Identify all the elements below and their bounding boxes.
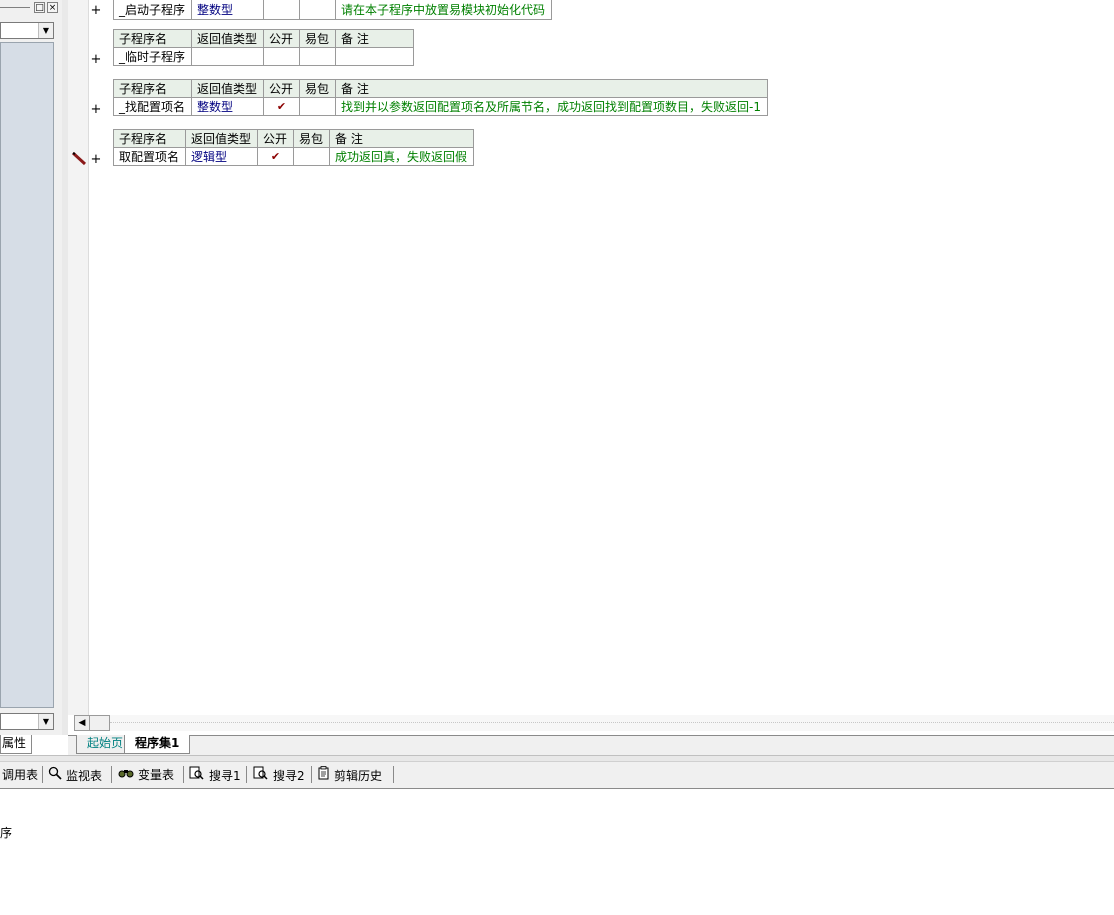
chevron-down-icon[interactable]: ▼ bbox=[38, 23, 53, 38]
header-return-type: 返回值类型 bbox=[191, 79, 264, 98]
scroll-left-icon[interactable]: ◀ bbox=[74, 715, 90, 731]
package-cell[interactable] bbox=[299, 97, 336, 116]
toolbar-separator bbox=[246, 766, 247, 783]
subprogram-table-startup: _启动子程序 整数型 请在本子程序中放置易模块初始化代码 bbox=[113, 0, 552, 20]
subprogram-header-row: 子程序名 返回值类型 公开 易包 备 注 bbox=[113, 129, 474, 148]
package-cell[interactable] bbox=[293, 147, 330, 166]
titlebar-grip bbox=[0, 7, 30, 8]
property-selector-combo[interactable]: ▼ bbox=[0, 713, 54, 730]
header-return-type: 返回值类型 bbox=[185, 129, 258, 148]
header-note: 备 注 bbox=[335, 29, 414, 48]
subprogram-row[interactable]: _临时子程序 bbox=[113, 47, 414, 66]
note-cell[interactable] bbox=[335, 47, 414, 66]
return-type-cell[interactable]: 整数型 bbox=[191, 97, 264, 116]
toolbar-separator bbox=[183, 766, 184, 783]
variable-table-button[interactable]: 变量表 bbox=[118, 766, 174, 784]
subprogram-name-cell[interactable]: 取配置项名 bbox=[113, 147, 186, 166]
output-panel[interactable] bbox=[0, 790, 1114, 915]
header-note: 备 注 bbox=[335, 79, 768, 98]
subprogram-header-row: 子程序名 返回值类型 公开 易包 备 注 bbox=[113, 79, 768, 98]
subprogram-name-cell[interactable]: _临时子程序 bbox=[113, 47, 192, 66]
search1-label: 搜寻1 bbox=[209, 769, 241, 783]
tab-program-set-1[interactable]: 程序集1 bbox=[124, 735, 191, 754]
call-table-label: 调用表 bbox=[2, 768, 39, 782]
header-note: 备 注 bbox=[329, 129, 474, 148]
clipboard-icon bbox=[318, 766, 330, 785]
package-cell[interactable] bbox=[299, 0, 336, 20]
watch-table-button[interactable]: 监视表 bbox=[48, 766, 102, 784]
output-text: 序 bbox=[0, 826, 13, 840]
header-name: 子程序名 bbox=[113, 29, 192, 48]
expand-icon[interactable]: + bbox=[90, 4, 102, 17]
magnifier-icon bbox=[48, 766, 62, 785]
subprogram-table-find: 子程序名 返回值类型 公开 易包 备 注 _找配置项名 整数型 ✔ 找到并以参数… bbox=[113, 79, 768, 116]
note-cell[interactable]: 成功返回真，失败返回假 bbox=[329, 147, 474, 166]
subprogram-name-cell[interactable]: _找配置项名 bbox=[113, 97, 192, 116]
search-doc-icon bbox=[253, 766, 269, 785]
subprogram-row[interactable]: _启动子程序 整数型 请在本子程序中放置易模块初始化代码 bbox=[113, 0, 552, 20]
watch-table-label: 监视表 bbox=[66, 769, 103, 783]
header-name: 子程序名 bbox=[113, 79, 192, 98]
binoculars-icon bbox=[118, 766, 134, 784]
search1-button[interactable]: 搜寻1 bbox=[189, 766, 241, 784]
note-cell[interactable]: 请在本子程序中放置易模块初始化代码 bbox=[335, 0, 552, 20]
note-cell[interactable]: 找到并以参数返回配置项名及所属节名，成功返回找到配置项数目，失败返回-1 bbox=[335, 97, 768, 116]
clip-history-label: 剪辑历史 bbox=[334, 769, 383, 783]
return-type-cell[interactable]: 整数型 bbox=[191, 0, 264, 20]
horizontal-scrollbar[interactable] bbox=[74, 715, 1114, 731]
search-doc-icon bbox=[189, 766, 205, 785]
current-line-pencil-icon bbox=[71, 151, 87, 169]
clip-history-button[interactable]: 剪辑历史 bbox=[318, 766, 382, 784]
public-cell[interactable] bbox=[263, 0, 300, 20]
header-public: 公开 bbox=[263, 79, 300, 98]
search2-button[interactable]: 搜寻2 bbox=[253, 766, 305, 784]
property-list[interactable] bbox=[0, 42, 54, 708]
variable-table-label: 变量表 bbox=[138, 768, 175, 782]
editor-gutter bbox=[68, 0, 89, 715]
header-package: 易包 bbox=[299, 29, 336, 48]
toolbar-separator bbox=[393, 766, 394, 783]
return-type-cell[interactable]: 逻辑型 bbox=[185, 147, 258, 166]
header-public: 公开 bbox=[257, 129, 294, 148]
left-panel-titlebar: □ × bbox=[0, 0, 62, 16]
scrollbar-thumb[interactable] bbox=[90, 715, 110, 731]
subprogram-row[interactable]: _找配置项名 整数型 ✔ 找到并以参数返回配置项名及所属节名，成功返回找到配置项… bbox=[113, 97, 768, 116]
checkmark-icon[interactable]: ✔ bbox=[257, 147, 294, 166]
toolbar-separator bbox=[42, 766, 43, 783]
header-public: 公开 bbox=[263, 29, 300, 48]
subprogram-table-temp: 子程序名 返回值类型 公开 易包 备 注 _临时子程序 bbox=[113, 29, 414, 66]
package-cell[interactable] bbox=[299, 47, 336, 66]
toolbar-separator bbox=[311, 766, 312, 783]
subprogram-header-row: 子程序名 返回值类型 公开 易包 备 注 bbox=[113, 29, 414, 48]
subprogram-table-get: 子程序名 返回值类型 公开 易包 备 注 取配置项名 逻辑型 ✔ 成功返回真，失… bbox=[113, 129, 474, 166]
checkmark-icon[interactable]: ✔ bbox=[263, 97, 300, 116]
header-return-type: 返回值类型 bbox=[191, 29, 264, 48]
toolbar-separator bbox=[111, 766, 112, 783]
public-cell[interactable] bbox=[263, 47, 300, 66]
subprogram-row[interactable]: 取配置项名 逻辑型 ✔ 成功返回真，失败返回假 bbox=[113, 147, 474, 166]
expand-icon[interactable]: + bbox=[90, 53, 102, 66]
header-package: 易包 bbox=[293, 129, 330, 148]
scrollbar-track bbox=[110, 722, 1114, 723]
close-icon[interactable]: × bbox=[47, 2, 58, 13]
return-type-cell[interactable] bbox=[191, 47, 264, 66]
search2-label: 搜寻2 bbox=[273, 769, 305, 783]
chevron-down-icon[interactable]: ▼ bbox=[38, 714, 53, 729]
restore-icon[interactable]: □ bbox=[34, 2, 45, 13]
expand-icon[interactable]: + bbox=[90, 153, 102, 166]
object-selector-combo[interactable]: ▼ bbox=[0, 22, 54, 39]
subprogram-name-cell[interactable]: _启动子程序 bbox=[113, 0, 192, 20]
document-tabbar bbox=[68, 735, 1114, 755]
call-table-button[interactable]: 调用表 bbox=[2, 766, 38, 784]
expand-icon[interactable]: + bbox=[90, 103, 102, 116]
tab-properties[interactable]: 属性 bbox=[0, 735, 32, 754]
header-package: 易包 bbox=[299, 79, 336, 98]
header-name: 子程序名 bbox=[113, 129, 186, 148]
